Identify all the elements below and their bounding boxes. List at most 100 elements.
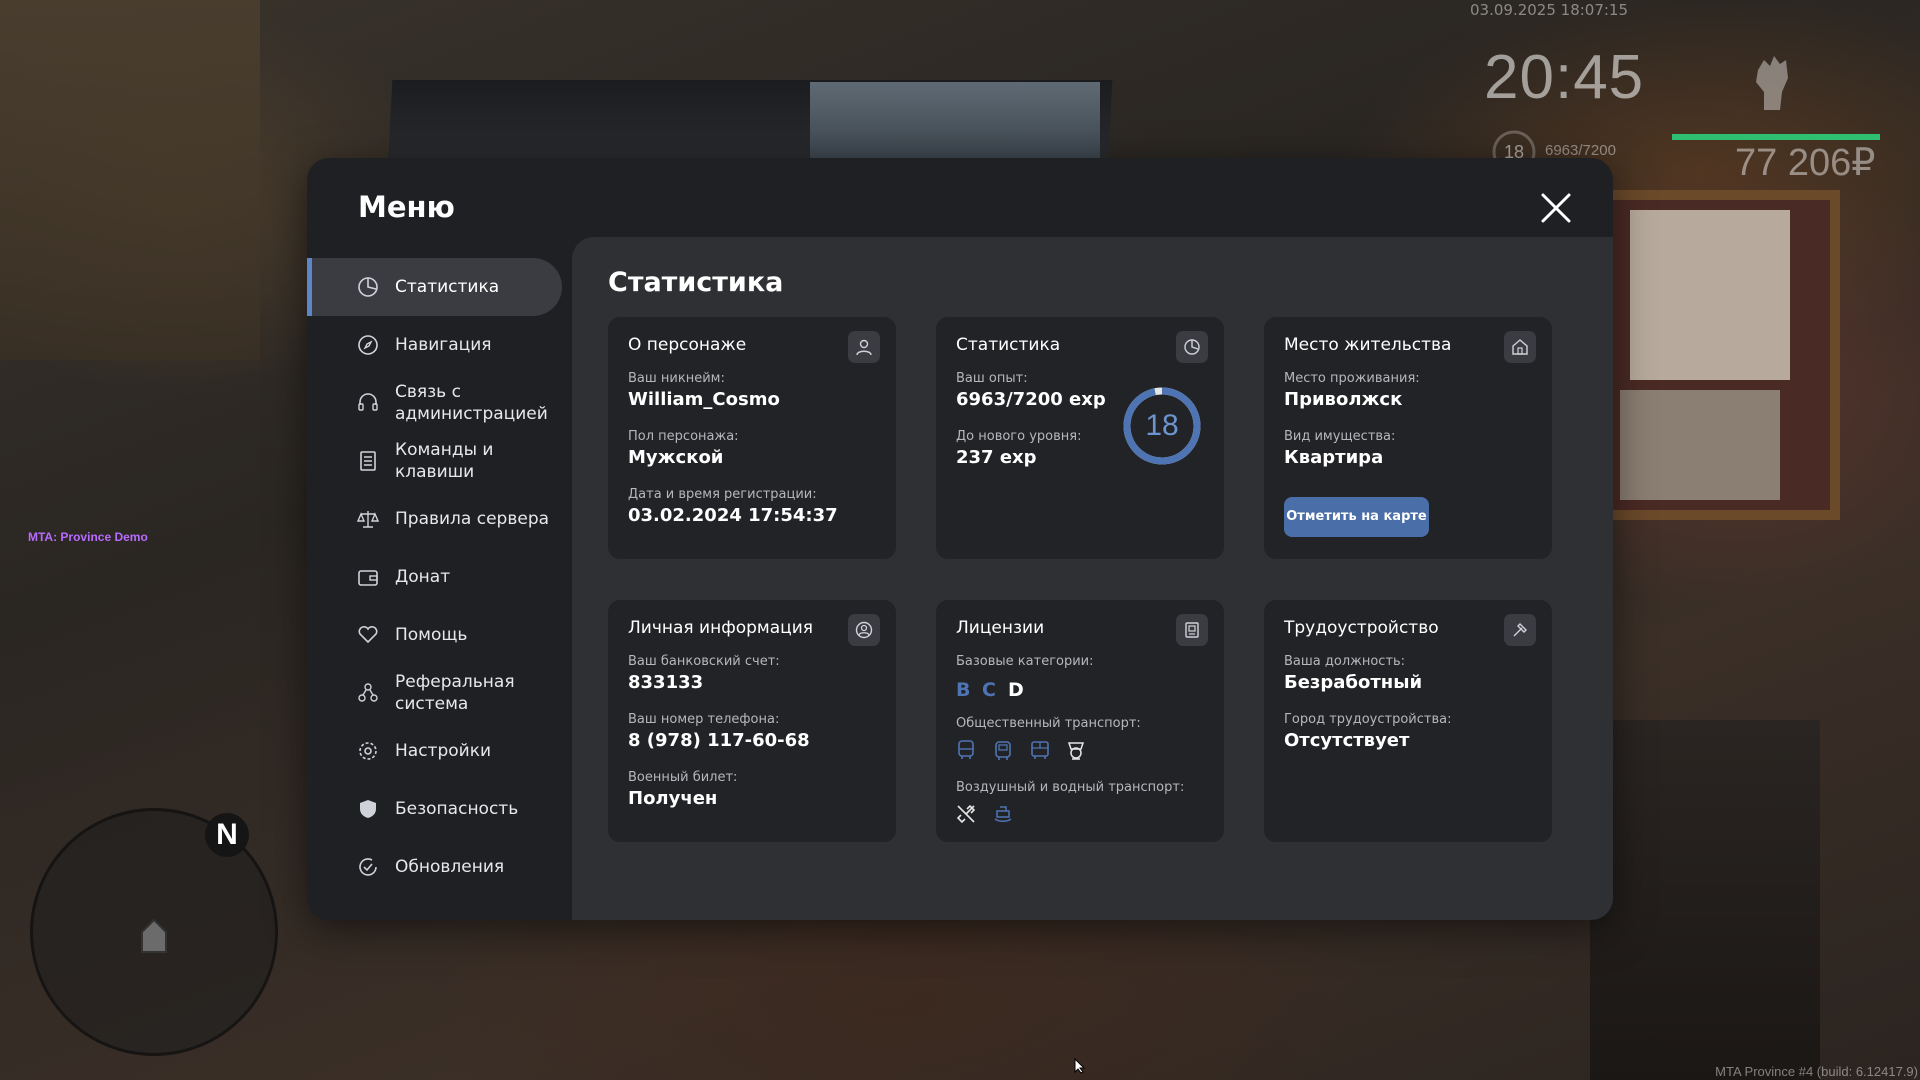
sidebar-item-label: Правила сервера bbox=[395, 509, 550, 529]
sidebar-item-donate[interactable]: Донат bbox=[307, 548, 572, 606]
build-tag: MTA Province #4 (build: 6.12417.9) bbox=[1715, 1064, 1918, 1079]
people-network-icon bbox=[356, 681, 380, 705]
place-label: Место проживания: bbox=[1284, 371, 1420, 386]
gender-label: Пол персонажа: bbox=[628, 429, 739, 444]
compass-north: N bbox=[205, 813, 249, 857]
phone-value: 8 (978) 117-60-68 bbox=[628, 730, 810, 751]
sidebar-item-label: Настройки bbox=[395, 741, 492, 761]
user-circle-icon bbox=[848, 614, 880, 646]
heart-hand-icon bbox=[356, 623, 380, 647]
license-category-d: D bbox=[1008, 679, 1024, 701]
sidebar-item-navigation[interactable]: Навигация bbox=[307, 316, 572, 374]
content-panel: Статистика О персонаже Ваш никнейм: Will… bbox=[572, 237, 1613, 920]
background-monitor bbox=[387, 80, 1113, 170]
property-value: Квартира bbox=[1284, 447, 1384, 468]
trolleybus-icon bbox=[991, 738, 1015, 762]
basic-categories-label: Базовые категории: bbox=[956, 654, 1094, 669]
residence-card: Место жительства Место проживания: Приво… bbox=[1264, 317, 1552, 559]
sidebar-item-updates[interactable]: Обновления bbox=[307, 838, 572, 896]
personal-info-card: Личная информация Ваш банковский счет: 8… bbox=[608, 600, 896, 842]
gear-icon bbox=[356, 739, 380, 763]
sidebar-item-rules[interactable]: Правила сервера bbox=[307, 490, 572, 548]
tram-icon bbox=[1028, 738, 1052, 762]
card-title: Трудоустройство bbox=[1284, 618, 1439, 638]
sidebar-item-label: Обновления bbox=[395, 857, 505, 877]
nickname-value: William_Cosmo bbox=[628, 389, 780, 410]
sidebar-item-admin-contact[interactable]: Связь с администрацией bbox=[307, 374, 572, 432]
hammer-icon bbox=[1504, 614, 1536, 646]
licenses-card: Лицензии Базовые категории: B C D Общест… bbox=[936, 600, 1224, 842]
sidebar-item-label: Статистика bbox=[395, 277, 500, 297]
sidebar-item-label: Безопасность bbox=[395, 799, 519, 819]
mark-on-map-button[interactable]: Отметить на карте bbox=[1284, 497, 1429, 537]
phone-label: Ваш номер телефона: bbox=[628, 712, 780, 727]
sidebar-item-label: Команды и клавиши bbox=[395, 440, 494, 482]
job-city-label: Город трудоустройства: bbox=[1284, 712, 1452, 727]
sidebar-item-label: Помощь bbox=[395, 625, 468, 645]
hud-exp: 6963/7200 bbox=[1545, 142, 1616, 159]
sidebar-item-label: Навигация bbox=[395, 335, 492, 355]
hud-datetime: 03.09.2025 18:07:15 bbox=[1470, 1, 1629, 19]
home-icon bbox=[1504, 331, 1536, 363]
sidebar-item-help[interactable]: Помощь bbox=[307, 606, 572, 664]
sidebar-item-commands[interactable]: Команды и клавиши bbox=[307, 432, 572, 490]
background-shelf bbox=[0, 0, 260, 360]
card-title: Лицензии bbox=[956, 618, 1045, 638]
boat-icon bbox=[991, 802, 1015, 826]
chart-pie-icon bbox=[356, 275, 380, 299]
server-tag: MTA: Province Demo bbox=[28, 530, 148, 544]
place-value: Приволжск bbox=[1284, 389, 1403, 410]
subway-icon bbox=[1064, 738, 1088, 762]
background-photo bbox=[1630, 210, 1790, 380]
nickname-label: Ваш никнейм: bbox=[628, 371, 725, 386]
page-title: Статистика bbox=[608, 267, 784, 298]
hud-money: 77 206₽ bbox=[1735, 142, 1876, 184]
property-label: Вид имущества: bbox=[1284, 429, 1396, 444]
close-icon[interactable] bbox=[1539, 191, 1573, 225]
next-level-label: До нового уровня: bbox=[956, 429, 1082, 444]
bank-label: Ваш банковский счет: bbox=[628, 654, 780, 669]
military-value: Получен bbox=[628, 788, 718, 809]
card-title: О персонаже bbox=[628, 335, 747, 355]
position-value: Безработный bbox=[1284, 672, 1423, 693]
license-document-icon bbox=[1176, 614, 1208, 646]
character-card: О персонаже Ваш никнейм: William_Cosmo П… bbox=[608, 317, 896, 559]
airplane-icon bbox=[954, 802, 978, 826]
bank-value: 833133 bbox=[628, 672, 704, 693]
sidebar-item-label: Связь с администрацией bbox=[395, 382, 548, 424]
sidebar-item-statistics[interactable]: Статистика bbox=[307, 258, 562, 316]
gender-value: Мужской bbox=[628, 447, 724, 468]
registration-value: 03.02.2024 17:54:37 bbox=[628, 505, 838, 526]
public-transport-label: Общественный транспорт: bbox=[956, 716, 1141, 731]
sidebar-item-security[interactable]: Безопасность bbox=[307, 780, 572, 838]
fist-icon bbox=[1756, 56, 1788, 110]
sidebar-item-label: Донат bbox=[395, 567, 451, 587]
home-marker-icon bbox=[141, 918, 167, 953]
menu-window: Меню Статистика Навигация Связь с админи… bbox=[307, 158, 1613, 920]
job-city-value: Отсутствует bbox=[1284, 730, 1410, 751]
headset-icon bbox=[356, 391, 380, 415]
bus-icon bbox=[954, 738, 978, 762]
menu-title: Меню bbox=[358, 190, 455, 224]
wallet-icon bbox=[356, 565, 380, 589]
sidebar: Статистика Навигация Связь с администрац… bbox=[307, 258, 572, 896]
compass-icon bbox=[356, 333, 380, 357]
exp-label: Ваш опыт: bbox=[956, 371, 1028, 386]
license-category-b: B bbox=[956, 679, 971, 701]
hud-clock: 20:45 bbox=[1484, 43, 1645, 112]
sidebar-item-label: Реферальная система bbox=[395, 672, 515, 714]
card-title: Личная информация bbox=[628, 618, 814, 638]
position-label: Ваша должность: bbox=[1284, 654, 1406, 669]
next-level-value: 237 exp bbox=[956, 447, 1037, 468]
document-list-icon bbox=[356, 449, 380, 473]
military-label: Военный билет: bbox=[628, 770, 738, 785]
background-photo bbox=[1620, 390, 1780, 500]
registration-label: Дата и время регистрации: bbox=[628, 487, 817, 502]
sidebar-item-settings[interactable]: Настройки bbox=[307, 722, 572, 780]
level-value: 18 bbox=[1145, 409, 1179, 442]
background-chair bbox=[1590, 720, 1820, 1080]
refresh-check-icon bbox=[356, 855, 380, 879]
air-water-transport-label: Воздушный и водный транспорт: bbox=[956, 780, 1185, 795]
mouse-cursor-icon bbox=[1074, 1058, 1086, 1074]
sidebar-item-referral[interactable]: Реферальная система bbox=[307, 664, 572, 722]
